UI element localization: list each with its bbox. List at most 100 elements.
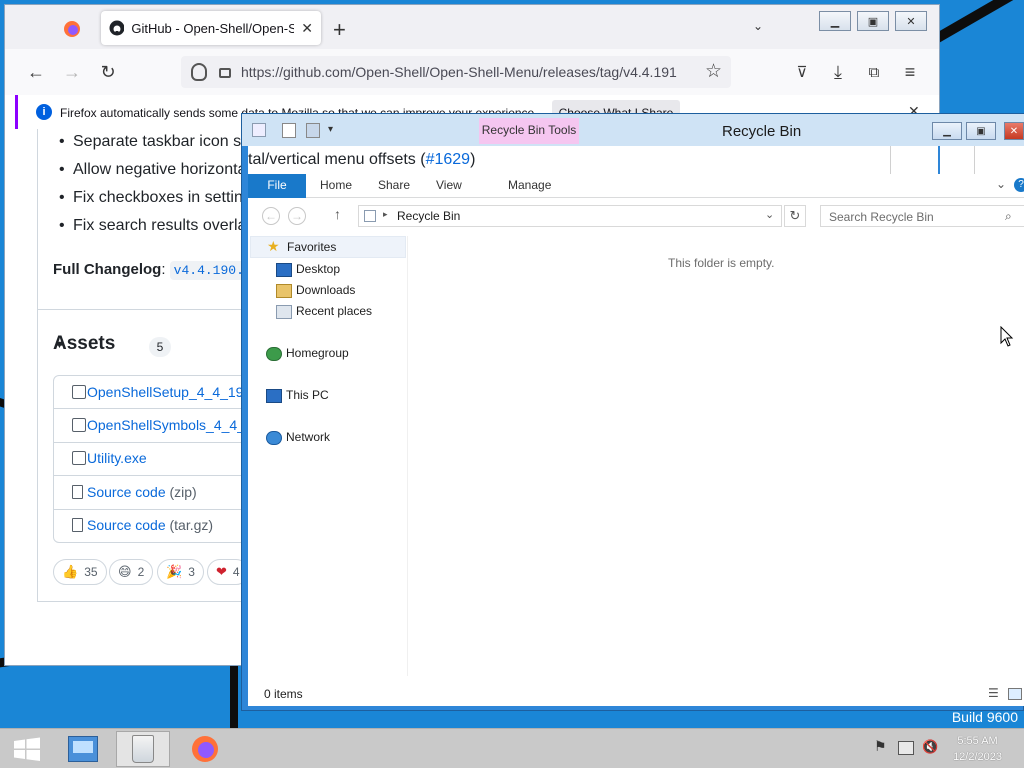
large-icons-view-icon[interactable] <box>1008 688 1022 700</box>
star-icon: ★ <box>267 238 280 254</box>
address-dropdown-icon[interactable]: ⌄ <box>765 208 774 221</box>
pocket-icon[interactable]: ⊽ <box>791 61 813 83</box>
breadcrumb-arrow-icon[interactable]: ▸ <box>383 209 388 220</box>
assets-heading[interactable]: Assets <box>53 333 115 355</box>
start-button[interactable] <box>0 731 54 767</box>
thumbs-up-icon: 👍 <box>62 564 79 579</box>
properties-icon[interactable] <box>282 123 296 138</box>
search-placeholder: Search Recycle Bin <box>829 210 934 224</box>
nav-network[interactable]: Network <box>286 430 330 444</box>
taskbar-clock[interactable]: 5:55 AM 12/2/2023 <box>953 733 1002 765</box>
ribbon-tab-manage[interactable]: Manage <box>508 178 551 192</box>
heart-icon: ❤ <box>216 564 227 579</box>
new-tab-button[interactable]: + <box>333 17 346 43</box>
empty-folder-message: This folder is empty. <box>668 256 775 270</box>
ribbon-tab-view[interactable]: View <box>436 178 462 192</box>
ribbon-tab-home[interactable]: Home <box>320 178 352 192</box>
assets-count-badge: 5 <box>149 337 171 357</box>
address-bar[interactable]: ▸ Recycle Bin ⌄ <box>358 205 782 227</box>
downloads-icon[interactable]: ⤓ <box>827 61 849 83</box>
list-all-tabs-chevron-icon[interactable]: ⌄ <box>753 19 763 33</box>
nav-recent-places[interactable]: Recent places <box>296 304 372 318</box>
nav-downloads[interactable]: Downloads <box>296 283 355 297</box>
windows-logo-icon <box>14 737 40 761</box>
volume-muted-icon[interactable]: 🔇 <box>922 739 938 755</box>
asset-link[interactable]: Source code (zip) <box>87 484 197 500</box>
asset-link[interactable]: Source code (tar.gz) <box>87 517 213 533</box>
info-icon: i <box>36 104 52 120</box>
firefox-minimize-button[interactable]: ▁ <box>819 11 851 31</box>
nav-homegroup[interactable]: Homegroup <box>286 346 349 360</box>
recycle-bin-tools-tab[interactable]: Recycle Bin Tools <box>479 118 579 144</box>
file-zip-icon <box>72 518 83 532</box>
back-icon[interactable]: ← <box>262 207 280 225</box>
taskbar-recycle-bin[interactable] <box>116 731 170 767</box>
taskbar-firefox[interactable] <box>178 731 232 767</box>
firefox-close-button[interactable]: ✕ <box>895 11 927 31</box>
navigation-pane: ★ Favorites Desktop Downloads Recent pla… <box>248 236 408 676</box>
url-bar[interactable]: https://github.com/Open-Shell/Open-Shell… <box>181 56 731 88</box>
downloads-folder-icon <box>276 284 292 298</box>
overlapping-firefox-text: tal/vertical menu offsets (#1629) <box>248 146 1024 174</box>
smile-icon: 😄 <box>118 564 132 579</box>
ribbon-expand-chevron-icon[interactable]: ⌄ <box>996 177 1006 191</box>
nav-this-pc[interactable]: This PC <box>286 388 329 402</box>
action-center-flag-icon[interactable]: ⚑ <box>874 738 890 754</box>
forward-arrow-icon[interactable]: → <box>61 61 83 83</box>
explorer-body: tal/vertical menu offsets (#1629) File H… <box>248 146 1024 706</box>
shield-icon[interactable] <box>191 63 207 81</box>
firefox-navigation-bar: ← → ↻ https://github.com/Open-Shell/Open… <box>5 49 939 95</box>
firefox-restore-button[interactable]: ▣ <box>857 11 889 31</box>
ribbon-tab-share[interactable]: Share <box>378 178 410 192</box>
up-arrow-icon[interactable]: ↑ <box>334 206 341 222</box>
ribbon-tab-file[interactable]: File <box>248 174 306 198</box>
firefox-icon <box>64 21 80 37</box>
recycle-bin-icon <box>132 735 154 763</box>
status-item-count: 0 items <box>264 687 303 701</box>
details-view-icon[interactable]: ☰ <box>988 686 999 700</box>
recycle-bin-small-icon <box>252 123 266 137</box>
nav-desktop[interactable]: Desktop <box>296 262 340 276</box>
nav-favorites[interactable]: ★ Favorites <box>250 236 406 258</box>
homegroup-icon <box>266 347 282 361</box>
explorer-maximize-button[interactable]: ▣ <box>966 122 996 140</box>
nav-favorites-label: Favorites <box>287 240 337 254</box>
menu-hamburger-icon[interactable]: ≡ <box>899 61 921 83</box>
bookmark-star-icon[interactable]: ☆ <box>705 60 722 83</box>
url-text[interactable]: https://github.com/Open-Shell/Open-Shell… <box>241 64 677 80</box>
explorer-title-bar[interactable]: ▾ Recycle Bin Tools Recycle Bin ▁ ▣ ✕ <box>242 114 1024 146</box>
extensions-icon[interactable]: ⧉ <box>863 61 885 83</box>
refresh-icon[interactable]: ↻ <box>784 205 806 227</box>
help-icon[interactable]: ? <box>1014 178 1024 192</box>
explorer-minimize-button[interactable]: ▁ <box>932 122 962 140</box>
reload-icon[interactable]: ↻ <box>97 61 119 83</box>
network-tray-icon[interactable] <box>898 741 914 755</box>
address-breadcrumb[interactable]: Recycle Bin <box>397 209 460 223</box>
recycle-bin-window: ▾ Recycle Bin Tools Recycle Bin ▁ ▣ ✕ ta… <box>241 113 1024 711</box>
firefox-home-tab[interactable] <box>41 13 97 43</box>
reaction-thumbs-up[interactable]: 👍 35 <box>53 559 107 585</box>
computer-icon <box>266 389 282 403</box>
windows-build-label: Build 9600 <box>951 709 1018 725</box>
reaction-tada[interactable]: 🎉 3 <box>157 559 204 585</box>
control-panel-icon <box>68 736 98 762</box>
search-field[interactable]: Search Recycle Bin ⌕ <box>820 205 1024 227</box>
github-icon <box>109 20 125 36</box>
search-icon[interactable]: ⌕ <box>1005 209 1012 224</box>
firefox-icon <box>192 736 218 762</box>
asset-link[interactable]: Utility.exe <box>87 450 147 466</box>
package-icon <box>72 451 86 465</box>
back-arrow-icon[interactable]: ← <box>25 61 47 83</box>
quick-access-dropdown-icon[interactable]: ▾ <box>328 124 333 135</box>
firefox-tab-strip: GitHub - Open-Shell/Open-She ✕ + ⌄ ▁ ▣ ✕ <box>5 5 939 49</box>
forward-icon[interactable]: → <box>288 207 306 225</box>
taskbar-control-panel[interactable] <box>56 731 110 767</box>
taskbar: ⚑ 🔇 5:55 AM 12/2/2023 <box>0 728 1024 768</box>
explorer-close-button[interactable]: ✕ <box>1004 122 1024 140</box>
mouse-cursor-icon <box>1000 326 1014 347</box>
lock-icon[interactable] <box>219 68 231 78</box>
tab-github-release[interactable]: GitHub - Open-Shell/Open-She ✕ <box>101 11 321 45</box>
tab-close-icon[interactable]: ✕ <box>301 20 313 37</box>
new-folder-icon[interactable] <box>306 123 320 138</box>
reaction-smile[interactable]: 😄 2 <box>109 559 154 585</box>
